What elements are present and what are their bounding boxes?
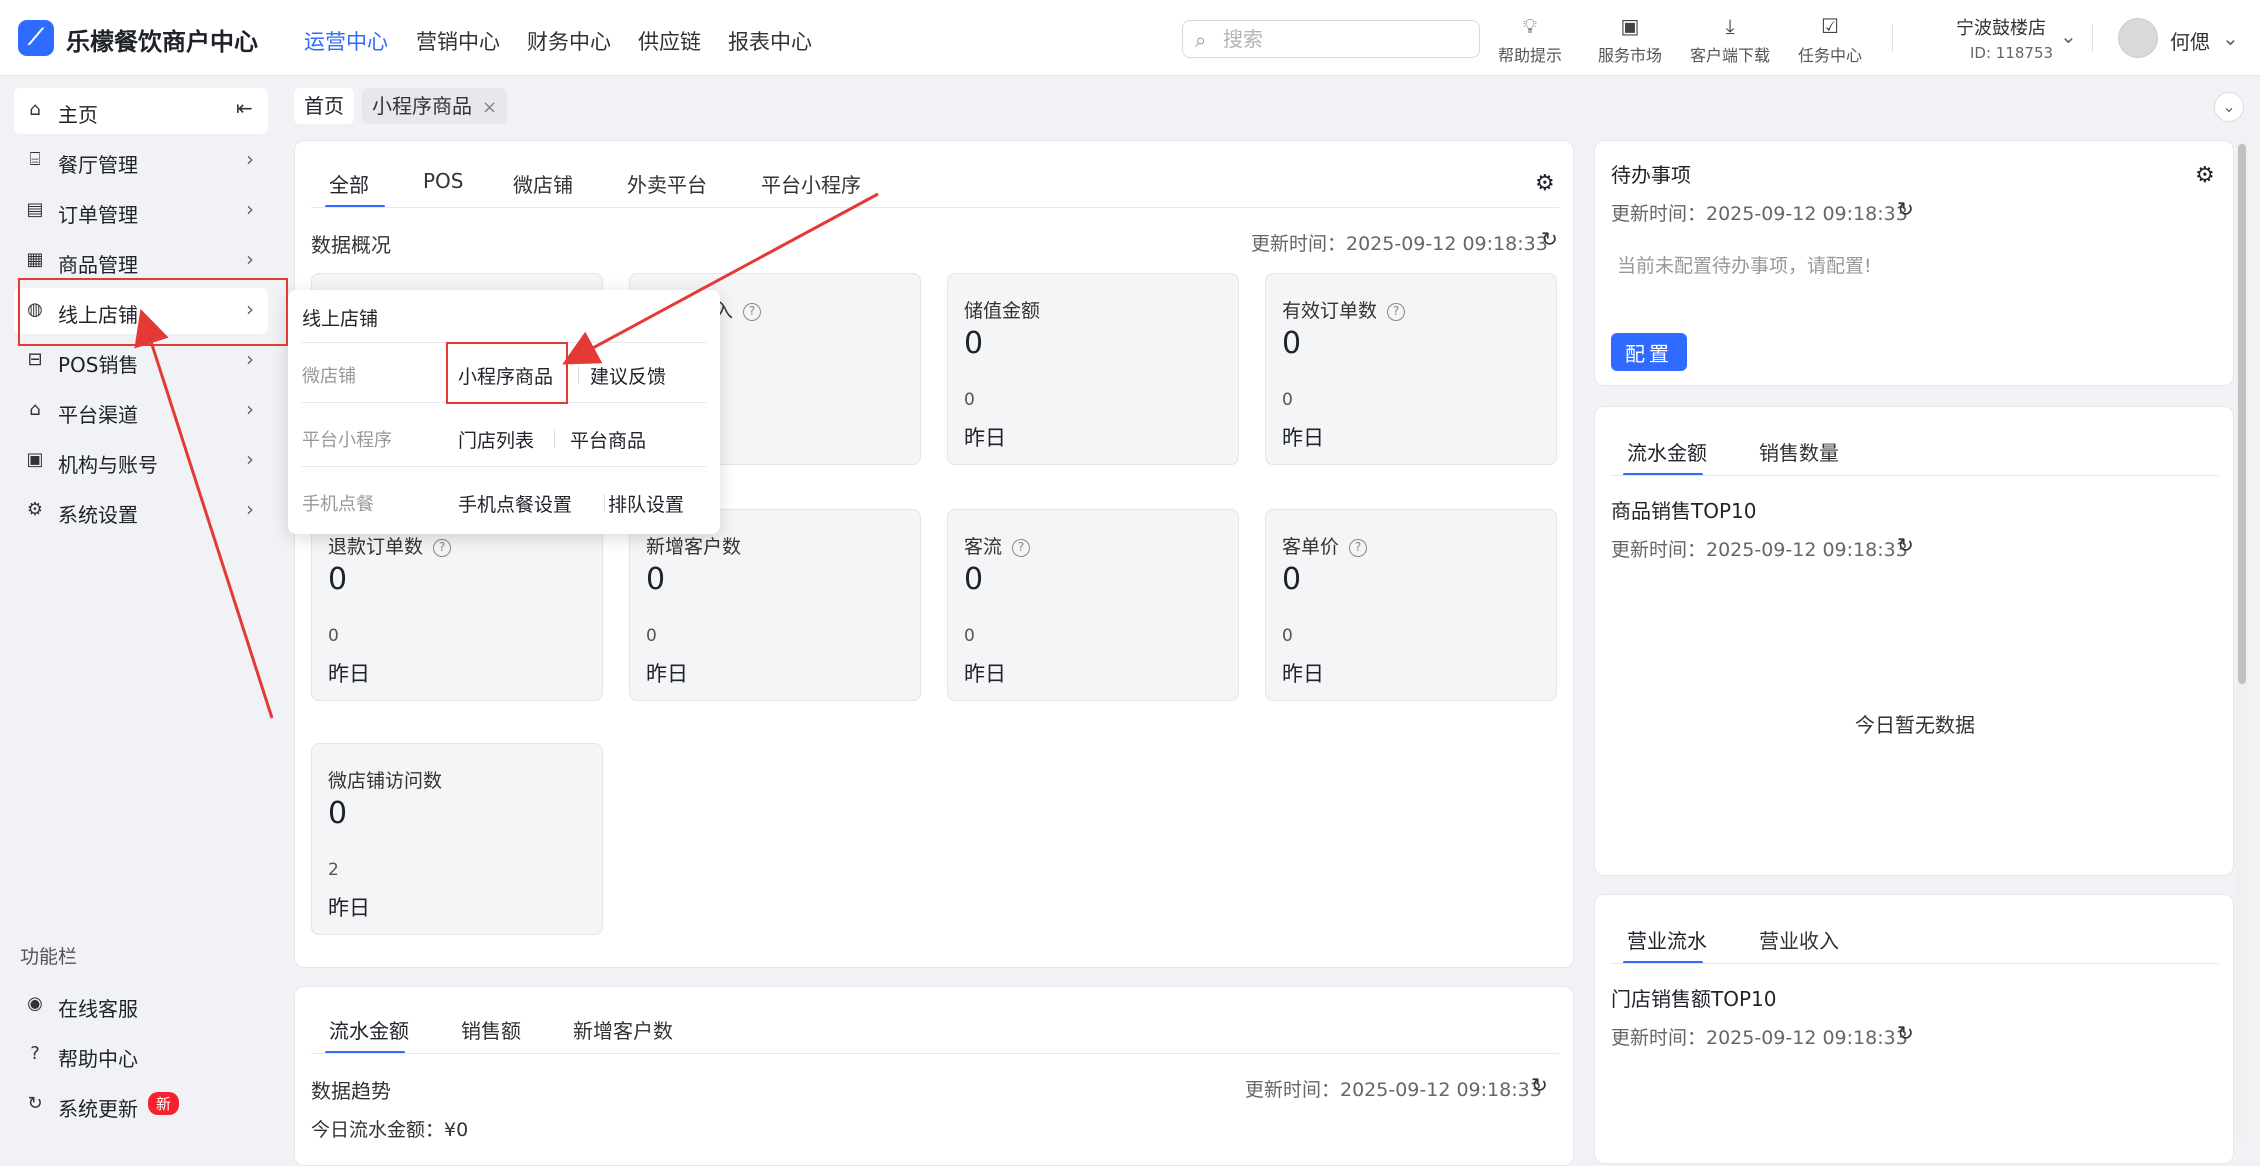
annotation-arrow [562,192,879,365]
annotation-arrow [134,308,274,719]
annotation-arrows [134,192,879,719]
